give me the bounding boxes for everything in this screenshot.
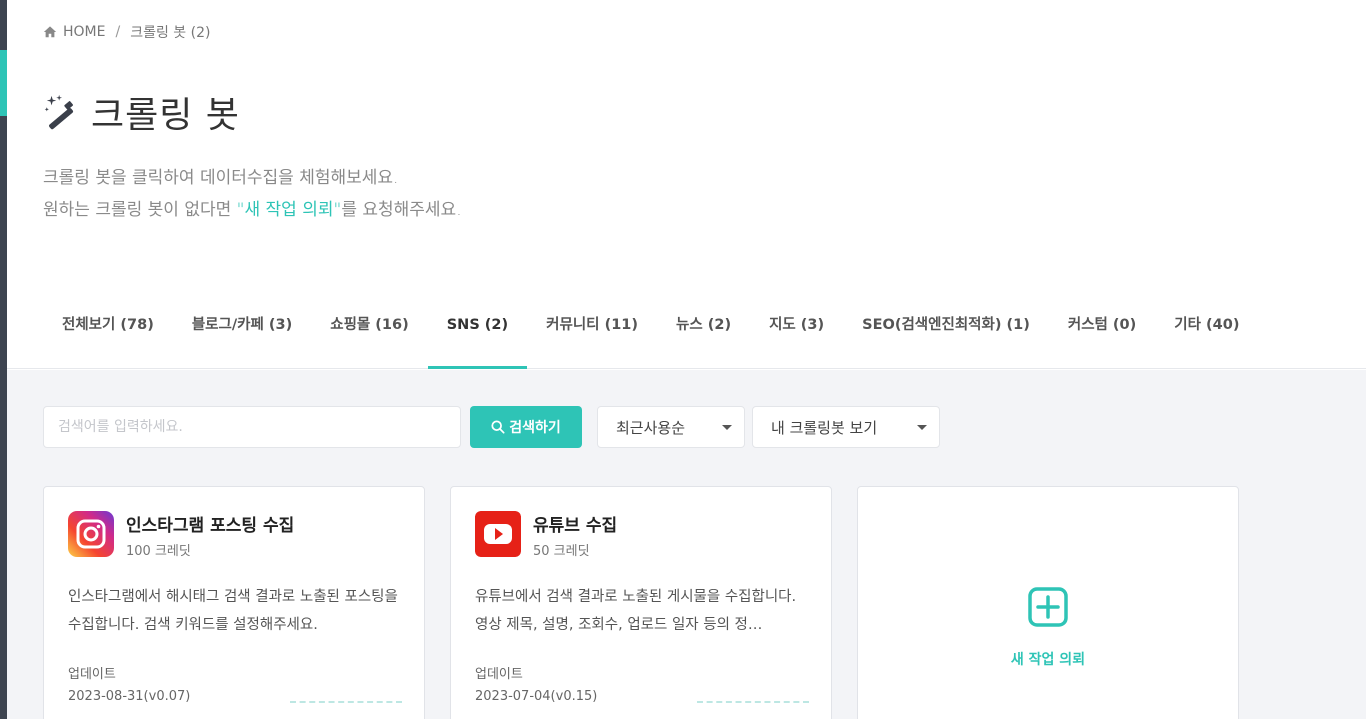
bot-name: 유튜브 수집 — [533, 516, 618, 536]
main-area: HOME / 크롤링 봇 (2) 크롤링 봇 크롤링 봇을 클릭하여 데이터수집… — [7, 0, 1366, 719]
bot-description: 유튜브에서 검색 결과로 노출된 게시물을 수집합니다. 영상 제목, 설명, … — [475, 589, 797, 633]
update-label: 업데이트 — [475, 667, 523, 682]
bot-card-instagram[interactable]: 인스타그램 포스팅 수집 100 크레딧 인스타그램에서 해시태그 검색 결과로… — [43, 486, 425, 719]
description-line-1: 크롤링 봇을 클릭하여 데이터수집을 체험해보세요. — [43, 168, 399, 188]
plus-square-icon — [1028, 587, 1068, 627]
my-bots-select-value: 내 크롤링봇 보기 — [771, 418, 878, 437]
tab-all[interactable]: 전체보기 (78) — [43, 306, 173, 369]
divider — [290, 701, 402, 703]
sort-select-value: 최근사용순 — [616, 418, 686, 437]
page-description: 크롤링 봇을 클릭하여 데이터수집을 체험해보세요. 원하는 크롤링 봇이 없다… — [43, 162, 462, 226]
caret-down-icon — [722, 425, 732, 430]
update-date: 2023-07-04(v0.15) — [475, 689, 598, 704]
tab-blog-cafe[interactable]: 블로그/카페 (3) — [173, 306, 311, 369]
header-section: HOME / 크롤링 봇 (2) 크롤링 봇 크롤링 봇을 클릭하여 데이터수집… — [7, 0, 1366, 369]
tab-etc[interactable]: 기타 (40) — [1155, 306, 1258, 369]
bot-name: 인스타그램 포스팅 수집 — [126, 516, 295, 536]
bot-credit: 50 크레딧 — [533, 544, 590, 559]
breadcrumb-current: 크롤링 봇 (2) — [130, 25, 211, 41]
youtube-icon — [475, 511, 521, 557]
update-label: 업데이트 — [68, 667, 116, 682]
breadcrumb-home[interactable]: HOME — [63, 24, 105, 40]
breadcrumb: HOME / 크롤링 봇 (2) — [43, 22, 210, 42]
new-request-card[interactable]: 새 작업 의뢰 — [857, 486, 1239, 719]
bot-credit: 100 크레딧 — [126, 544, 191, 559]
search-button[interactable]: 검색하기 — [470, 406, 582, 448]
tab-custom[interactable]: 커스텀 (0) — [1049, 306, 1155, 369]
description-line-2: 원하는 크롤링 봇이 없다면 "새 작업 의뢰"를 요청해주세요. — [43, 194, 462, 226]
caret-down-icon — [917, 425, 927, 430]
search-icon — [491, 420, 505, 434]
new-request-link[interactable]: "새 작업 의뢰" — [237, 200, 342, 220]
description-text-end: 를 요청해주세요. — [341, 200, 462, 220]
tab-shopping[interactable]: 쇼핑몰 (16) — [311, 306, 428, 369]
my-bots-select[interactable]: 내 크롤링봇 보기 — [752, 406, 940, 448]
tab-community[interactable]: 커뮤니티 (11) — [527, 306, 657, 369]
search-button-label: 검색하기 — [509, 420, 561, 436]
new-request-content: 새 작업 의뢰 — [858, 587, 1238, 669]
page-title: 크롤링 봇 — [91, 95, 240, 136]
description-text: 원하는 크롤링 봇이 없다면 — [43, 200, 237, 220]
page-title-row: 크롤링 봇 — [43, 86, 240, 138]
tab-seo[interactable]: SEO(검색엔진최적화) (1) — [843, 306, 1049, 369]
new-request-label: 새 작업 의뢰 — [1010, 652, 1086, 668]
content-section: 검색하기 최근사용순 내 크롤링봇 보기 — [7, 370, 1366, 719]
search-input[interactable] — [43, 406, 461, 448]
divider — [697, 701, 809, 703]
tab-map[interactable]: 지도 (3) — [750, 306, 843, 369]
instagram-icon — [68, 511, 114, 557]
left-rail — [0, 0, 7, 719]
tab-sns[interactable]: SNS (2) — [427, 306, 528, 369]
breadcrumb-separator: / — [115, 24, 121, 40]
sort-select[interactable]: 최근사용순 — [597, 406, 745, 448]
category-tabs: 전체보기 (78) 블로그/카페 (3) 쇼핑몰 (16) SNS (2) 커뮤… — [43, 306, 1258, 369]
update-date: 2023-08-31(v0.07) — [68, 689, 191, 704]
home-icon[interactable] — [43, 25, 57, 39]
left-rail-accent — [0, 50, 7, 116]
magic-wand-icon — [44, 94, 74, 130]
tab-news[interactable]: 뉴스 (2) — [657, 306, 750, 369]
bot-description: 인스타그램에서 해시태그 검색 결과로 노출된 포스팅을 수집합니다. 검색 키… — [68, 589, 398, 633]
bot-card-youtube[interactable]: 유튜브 수집 50 크레딧 유튜브에서 검색 결과로 노출된 게시물을 수집합니… — [450, 486, 832, 719]
